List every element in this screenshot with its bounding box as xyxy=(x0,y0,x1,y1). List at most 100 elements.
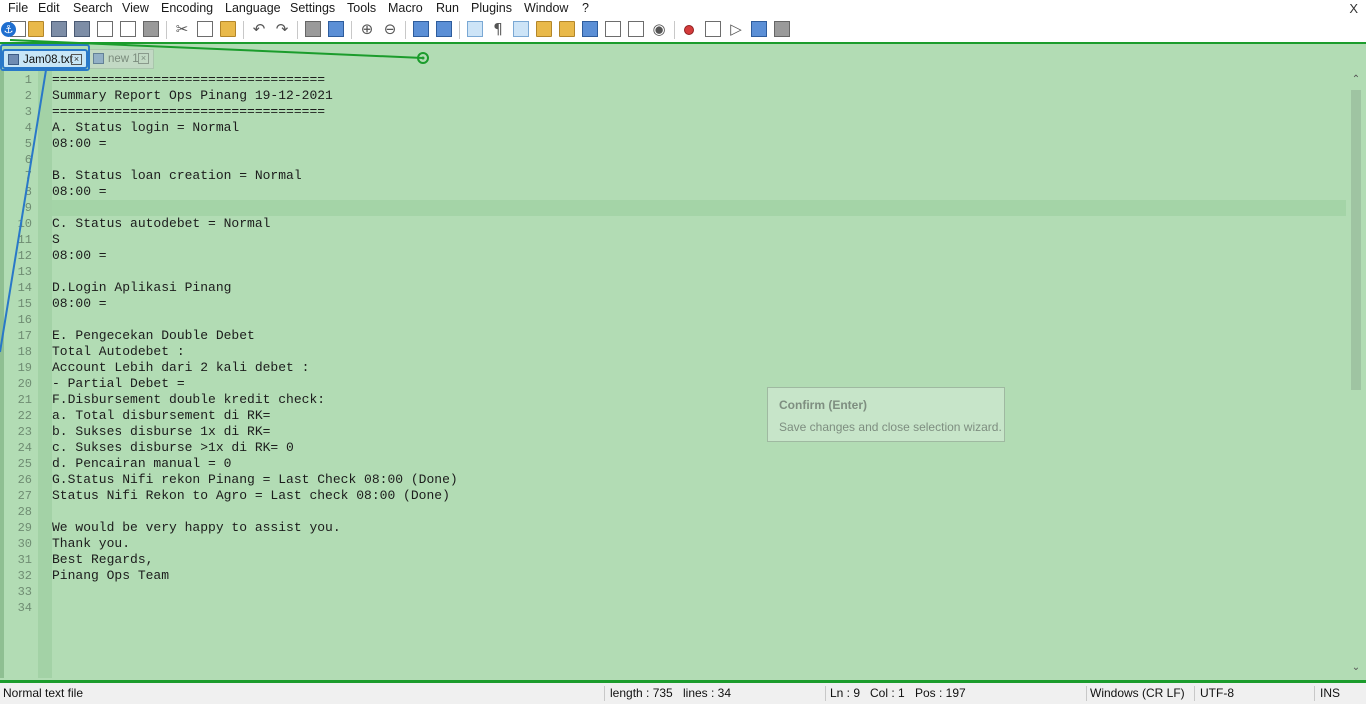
save-all-icon[interactable] xyxy=(74,21,90,37)
toolbar-separator xyxy=(297,21,298,39)
line-number: 11 xyxy=(17,233,32,247)
menu-macro[interactable]: Macro xyxy=(388,1,423,15)
file-icon xyxy=(93,53,104,64)
menu-tools[interactable]: Tools xyxy=(347,1,376,15)
save-icon[interactable] xyxy=(51,21,67,37)
zoom-out-icon[interactable]: ⊖ xyxy=(382,21,398,37)
menu-search[interactable]: Search xyxy=(73,1,113,15)
record-macro-icon[interactable] xyxy=(684,25,694,35)
close-document-icon[interactable]: X xyxy=(1349,1,1358,16)
menu-view[interactable]: View xyxy=(122,1,149,15)
line-number: 12 xyxy=(17,249,32,263)
code-line[interactable]: We would be very happy to assist you. xyxy=(52,520,341,536)
menu-plugins[interactable]: Plugins xyxy=(471,1,512,15)
status-separator xyxy=(1314,686,1315,701)
toolbar-separator xyxy=(351,21,352,39)
code-line[interactable]: Status Nifi Rekon to Agro = Last check 0… xyxy=(52,488,450,504)
toolbar-separator xyxy=(243,21,244,39)
code-line[interactable]: 08:00 = xyxy=(52,136,107,152)
code-line[interactable]: c. Sukses disburse >1x di RK= 0 xyxy=(52,440,294,456)
replace-icon[interactable] xyxy=(328,21,344,37)
tab-jam08[interactable]: Jam08.txt × xyxy=(2,49,88,69)
code-line[interactable]: =================================== xyxy=(52,104,325,120)
open-file-icon[interactable] xyxy=(28,21,44,37)
zoom-in-icon[interactable]: ⊕ xyxy=(359,21,375,37)
code-line[interactable]: G.Status Nifi rekon Pinang = Last Check … xyxy=(52,472,458,488)
run-macro-multiple-icon[interactable] xyxy=(751,21,767,37)
play-macro-icon[interactable]: ▷ xyxy=(728,21,744,37)
stop-record-icon[interactable] xyxy=(705,21,721,37)
tab-new-1[interactable]: new 1 × xyxy=(88,49,154,69)
menu-language[interactable]: Language xyxy=(225,1,281,15)
close-all-icon[interactable] xyxy=(120,21,136,37)
menu-help[interactable]: ? xyxy=(582,1,589,15)
code-line[interactable]: Account Lebih dari 2 kali debet : xyxy=(52,360,309,376)
menu-encoding[interactable]: Encoding xyxy=(161,1,213,15)
find-icon[interactable] xyxy=(305,21,321,37)
folder-as-workspace-icon[interactable] xyxy=(536,21,552,37)
code-line[interactable]: d. Pencairan manual = 0 xyxy=(52,456,231,472)
status-pos: Pos : 197 xyxy=(915,686,966,700)
code-line[interactable]: F.Disbursement double kredit check: xyxy=(52,392,325,408)
close-icon[interactable] xyxy=(97,21,113,37)
indent-guide-icon[interactable] xyxy=(513,21,529,37)
status-file-type: Normal text file xyxy=(3,686,84,700)
code-line[interactable]: Pinang Ops Team xyxy=(52,568,169,584)
code-line[interactable]: D.Login Aplikasi Pinang xyxy=(52,280,231,296)
line-number: 30 xyxy=(17,537,32,551)
tab-close-icon[interactable]: × xyxy=(138,53,149,64)
clipboard-history-icon[interactable] xyxy=(628,21,644,37)
code-line[interactable]: 08:00 = xyxy=(52,248,107,264)
line-number: 17 xyxy=(17,329,32,343)
code-line[interactable]: E. Pengecekan Double Debet xyxy=(52,328,255,344)
monitoring-icon[interactable] xyxy=(605,21,621,37)
cut-icon[interactable]: ✂ xyxy=(174,21,190,37)
code-line[interactable]: A. Status login = Normal xyxy=(52,120,239,136)
code-line[interactable]: S xyxy=(52,232,60,248)
code-line[interactable]: - Partial Debet = xyxy=(52,376,185,392)
code-line[interactable]: Thank you. xyxy=(52,536,130,552)
scrollbar-thumb[interactable] xyxy=(1351,90,1361,390)
code-line[interactable]: C. Status autodebet = Normal xyxy=(52,216,270,232)
code-line[interactable]: Best Regards, xyxy=(52,552,153,568)
code-line[interactable]: 08:00 = xyxy=(52,296,107,312)
print-icon[interactable] xyxy=(143,21,159,37)
text-area[interactable]: =================================== Summa… xyxy=(52,70,1346,678)
code-line[interactable]: B. Status loan creation = Normal xyxy=(52,168,302,184)
anchor-icon[interactable]: ⚓ xyxy=(1,22,16,37)
function-list-icon[interactable] xyxy=(582,21,598,37)
line-number: 21 xyxy=(17,393,32,407)
copy-icon[interactable] xyxy=(197,21,213,37)
status-col: Col : 1 xyxy=(870,686,905,700)
undo-icon[interactable]: ↶ xyxy=(251,21,267,37)
preview-icon[interactable]: ◉ xyxy=(651,21,667,37)
document-map-icon[interactable] xyxy=(559,21,575,37)
code-line[interactable]: =================================== xyxy=(52,72,325,88)
sync-vertical-icon[interactable] xyxy=(413,21,429,37)
fold-margin[interactable] xyxy=(38,70,52,678)
redo-icon[interactable]: ↷ xyxy=(274,21,290,37)
code-line[interactable]: Summary Report Ops Pinang 19-12-2021 xyxy=(52,88,333,104)
scroll-up-icon[interactable]: ⌃ xyxy=(1350,74,1362,86)
code-line[interactable]: b. Sukses disburse 1x di RK= xyxy=(52,424,270,440)
scroll-down-icon[interactable]: ⌄ xyxy=(1350,662,1362,674)
status-lines: lines : 34 xyxy=(683,686,732,700)
line-number: 6 xyxy=(24,153,32,167)
code-line[interactable]: Total Autodebet : xyxy=(52,344,185,360)
menu-edit[interactable]: Edit xyxy=(38,1,60,15)
code-line[interactable]: 08:00 = xyxy=(52,184,107,200)
line-number: 16 xyxy=(17,313,32,327)
sync-horizontal-icon[interactable] xyxy=(436,21,452,37)
vertical-scrollbar[interactable]: ⌃ ⌄ xyxy=(1346,70,1366,678)
editor[interactable]: 1 2 3 4 5 6 7 8 9 10 11 12 13 14 15 16 17 18 19 20 21 22 23 24 2… xyxy=(0,70,1366,680)
show-all-chars-icon[interactable]: ¶ xyxy=(490,21,506,37)
menu-file[interactable]: File xyxy=(8,1,28,15)
menu-run[interactable]: Run xyxy=(436,1,459,15)
menu-window[interactable]: Window xyxy=(524,1,568,15)
menu-settings[interactable]: Settings xyxy=(290,1,335,15)
tab-close-icon[interactable]: × xyxy=(71,54,82,65)
paste-icon[interactable] xyxy=(220,21,236,37)
code-line[interactable]: a. Total disbursement di RK= xyxy=(52,408,270,424)
word-wrap-icon[interactable] xyxy=(467,21,483,37)
save-macro-icon[interactable] xyxy=(774,21,790,37)
